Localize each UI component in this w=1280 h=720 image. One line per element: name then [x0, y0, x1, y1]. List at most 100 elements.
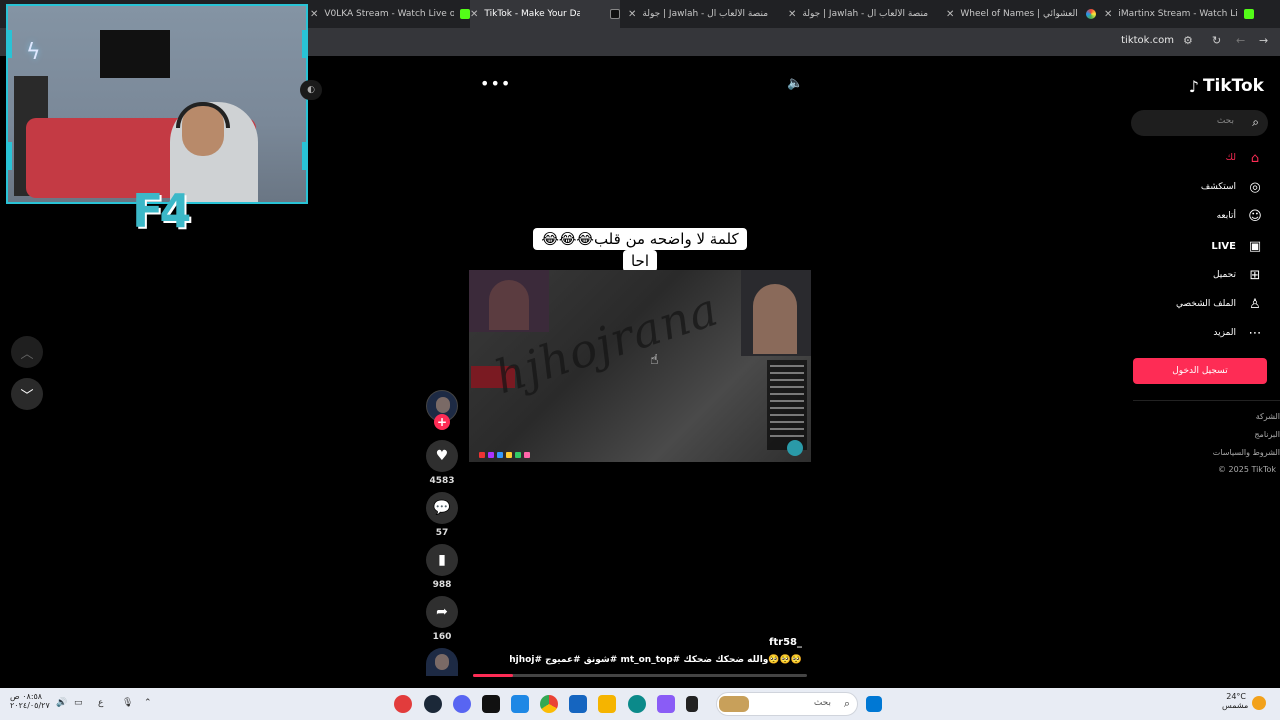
terminal-icon[interactable]: [482, 695, 500, 713]
nav-upload[interactable]: تحميل ⊞: [1213, 265, 1264, 285]
author-username[interactable]: ftr58_: [769, 637, 802, 648]
edge-icon[interactable]: [628, 695, 646, 713]
upload-icon: ⊞: [1249, 267, 1261, 283]
share-count: 160: [432, 632, 452, 642]
like-button[interactable]: ♥: [426, 440, 458, 472]
video-inset-left: [469, 270, 549, 332]
reload-icon[interactable]: ↻: [1212, 34, 1221, 47]
chevron-up-icon[interactable]: ⌃: [144, 698, 152, 708]
comment-icon: 💬: [433, 500, 451, 516]
tab-imartinx[interactable]: ✕ iMartinx Stream - Watch Live on: [1104, 0, 1254, 28]
app-icon-11[interactable]: [686, 696, 698, 712]
tab-volka[interactable]: ✕ V0LKA Stream - Watch Live on: [310, 0, 470, 28]
login-button[interactable]: تسجيل الدخول: [1133, 358, 1267, 384]
game-menu: [767, 360, 807, 450]
next-video-button[interactable]: ﹀: [11, 378, 43, 410]
footer-link-company[interactable]: الشركة: [1256, 412, 1280, 421]
tab-jawlah-1[interactable]: ✕ جولة | Jawlah - منصة الألعاب ال: [628, 0, 778, 28]
clock[interactable]: ٠٨:٥٨ ص ٢٠٢٤/٠٥/٢٧: [10, 692, 50, 710]
webcam-overlay: ϟ: [6, 4, 308, 204]
site-settings-icon[interactable]: ⚙: [1183, 34, 1193, 47]
forward-icon[interactable]: →: [1259, 34, 1268, 47]
nav-following[interactable]: أتابعه ☺: [1217, 206, 1264, 226]
close-tab-icon[interactable]: ✕: [1104, 9, 1112, 20]
nav-profile[interactable]: الملف الشخصي ♙: [1176, 294, 1264, 314]
close-tab-icon[interactable]: ✕: [628, 9, 636, 20]
close-tab-icon[interactable]: ✕: [470, 9, 478, 20]
nav-for-you[interactable]: لك ⌂: [1226, 148, 1264, 168]
tab-wheel-of-names[interactable]: ✕ Wheel of Names | اسم العشوائي: [946, 0, 1096, 28]
kick-icon: [1244, 9, 1254, 19]
comment-button[interactable]: 💬: [426, 492, 458, 524]
share-icon: ➦: [436, 604, 448, 620]
save-button[interactable]: ▮: [426, 544, 458, 576]
lightning-icon: ϟ: [26, 40, 41, 65]
tiktok-icon: [610, 9, 620, 19]
discord-icon[interactable]: [453, 695, 471, 713]
footer-link-program[interactable]: البرنامج: [1254, 430, 1280, 439]
live-icon: ▣: [1248, 238, 1262, 254]
divider: [1133, 400, 1280, 401]
video-description: 🥺🥺🥺والله ضحكك ضحكك #mt_on_top #شونق #عمي…: [509, 655, 802, 665]
chevron-up-icon: ︿: [20, 346, 34, 362]
tab-jawlah-2[interactable]: ✕ جولة | Jawlah - منصة الألعاب ال: [788, 0, 938, 28]
more-icon: ⋯: [1248, 325, 1262, 341]
folder-icon[interactable]: [598, 695, 616, 713]
nav-live[interactable]: LIVE ▣: [1211, 236, 1264, 256]
steam-icon[interactable]: [424, 695, 442, 713]
game-status-icons: [479, 452, 530, 458]
kick-icon: [460, 9, 470, 19]
screen: ✕ V0LKA Stream - Watch Live on ✕ TikTok …: [0, 0, 1280, 720]
clock-date: ٢٠٢٤/٠٥/٢٧: [10, 701, 50, 710]
chrome-icon[interactable]: [540, 695, 558, 713]
app-icon-1[interactable]: [394, 695, 412, 713]
tab-tiktok[interactable]: ✕ TikTok - Make Your Day: [470, 0, 620, 28]
app-icon-5[interactable]: [511, 695, 529, 713]
profile-icon: ♙: [1249, 296, 1261, 312]
share-button[interactable]: ➦: [426, 596, 458, 628]
follow-plus-icon[interactable]: +: [434, 414, 450, 430]
back-icon[interactable]: ←: [1236, 34, 1245, 47]
home-icon: ⌂: [1250, 150, 1260, 166]
language-indicator[interactable]: ع: [98, 698, 103, 708]
taskbar-search-input[interactable]: بحث ⌕: [716, 692, 858, 716]
store-icon[interactable]: [569, 695, 587, 713]
save-count: 988: [432, 580, 452, 590]
wheel-icon: [1086, 9, 1096, 19]
sound-avatar[interactable]: [426, 648, 458, 676]
video-player[interactable]: hjhojrana: [469, 270, 811, 462]
close-tab-icon[interactable]: ✕: [946, 9, 954, 20]
copilot-icon[interactable]: [657, 695, 675, 713]
video-progress-bar[interactable]: [473, 674, 807, 677]
close-tab-icon[interactable]: ✕: [310, 9, 318, 20]
tv: [100, 30, 170, 78]
nav-explore[interactable]: استكشف ◎: [1201, 177, 1264, 197]
partial-control-icon[interactable]: ◐: [300, 80, 322, 100]
volume-icon[interactable]: 🔈: [787, 76, 803, 91]
speaker-icon[interactable]: 🔊: [56, 698, 67, 708]
map-icon: [787, 440, 803, 456]
video-inset-right: [741, 270, 811, 356]
search-icon: ⌕: [843, 697, 850, 710]
tiktok-logo[interactable]: ♪ TikTok: [1189, 76, 1264, 96]
search-input[interactable]: بحث ⌕: [1131, 110, 1268, 136]
nav-more[interactable]: المزيد ⋯: [1213, 323, 1264, 343]
footer-link-terms[interactable]: الشروط والسياسات: [1213, 448, 1280, 457]
chevron-down-icon: ﹀: [20, 388, 34, 404]
sun-icon: [1252, 696, 1266, 710]
address-bar[interactable]: tiktok.com: [1121, 35, 1174, 46]
search-icon[interactable]: ⌕: [1252, 115, 1259, 130]
weather-desc: مشمس: [1222, 701, 1249, 710]
network-icon[interactable]: ▭: [74, 698, 83, 708]
compass-icon: ◎: [1249, 179, 1261, 195]
weather-widget[interactable]: 24°C مشمس: [1222, 692, 1249, 710]
close-tab-icon[interactable]: ✕: [788, 9, 796, 20]
previous-video-button[interactable]: ︿: [11, 336, 43, 368]
microphone-icon[interactable]: 🎙: [122, 698, 133, 708]
windows-start-icon[interactable]: [866, 696, 882, 712]
bookmark-icon: ▮: [438, 552, 446, 568]
clock-time: ٠٨:٥٨ ص: [10, 692, 43, 701]
more-options-icon[interactable]: •••: [480, 74, 511, 93]
video-progress-fill: [473, 674, 514, 677]
mouse-cursor-icon: ☝: [650, 352, 659, 368]
